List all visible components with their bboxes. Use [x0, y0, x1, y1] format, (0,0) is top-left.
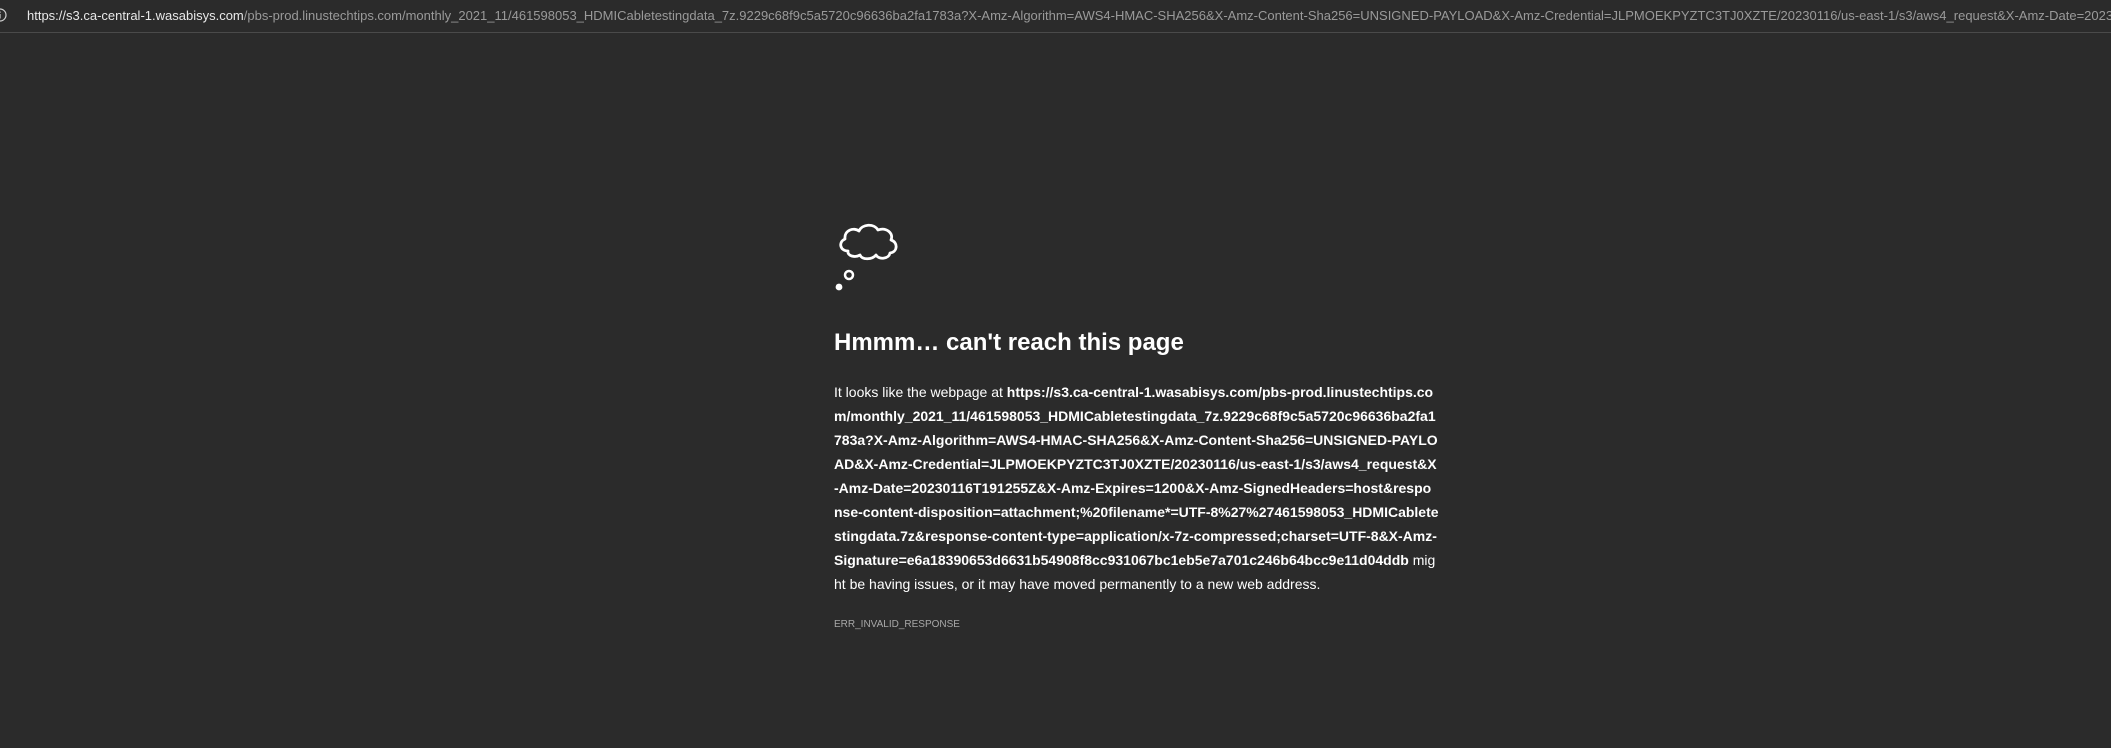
thought-cloud-icon — [835, 223, 898, 291]
page-title: Hmmm… can't reach this page — [834, 329, 1184, 356]
message-prefix: It looks like the webpage at — [834, 384, 1007, 400]
url-path: /pbs-prod.linustechtips.com/monthly_2021… — [243, 8, 2111, 23]
info-icon[interactable] — [0, 8, 7, 22]
error-message: It looks like the webpage at https://s3.… — [834, 380, 1439, 596]
url-host: https://s3.ca-central-1.wasabisys.com — [27, 8, 244, 23]
failed-url: https://s3.ca-central-1.wasabisys.com/pb… — [834, 384, 1439, 568]
error-code: ERR_INVALID_RESPONSE — [834, 619, 960, 630]
address-bar[interactable]: https://s3.ca-central-1.wasabisys.com/pb… — [0, 0, 2111, 33]
error-content: Hmmm… can't reach this page It looks lik… — [834, 218, 1439, 632]
address-bar-url[interactable]: https://s3.ca-central-1.wasabisys.com/pb… — [27, 8, 2111, 24]
